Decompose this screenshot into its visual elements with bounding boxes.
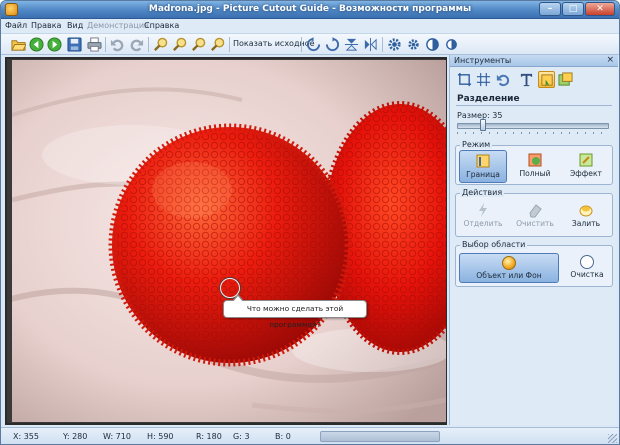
eraser-icon xyxy=(529,204,542,218)
open-folder-icon[interactable] xyxy=(11,37,26,52)
crop-icon[interactable] xyxy=(456,71,473,88)
menu-help[interactable]: Справка xyxy=(144,21,179,30)
clear-button[interactable]: Очистить xyxy=(511,200,559,233)
window-title: Madrona.jpg - Picture Cutout Guide - Воз… xyxy=(148,4,472,14)
separate-icon xyxy=(479,203,487,217)
mode-effect-label: Эффект xyxy=(570,169,602,178)
status-h: H: 590 xyxy=(147,432,174,441)
actions-group-label: Действия xyxy=(460,188,505,197)
rotate-left-icon[interactable] xyxy=(306,37,321,52)
selection-group-label: Выбор области xyxy=(460,240,528,249)
cutout-tool-icon[interactable] xyxy=(538,71,555,88)
status-b: B: 0 xyxy=(275,432,291,441)
mode-group-label: Режим xyxy=(460,140,493,149)
zoom-fit-icon[interactable] xyxy=(191,37,206,52)
clear-label: Очистить xyxy=(516,219,554,228)
menu-file[interactable]: Файл xyxy=(5,21,27,30)
window-controls: – □ ✕ xyxy=(539,2,615,16)
image-canvas[interactable]: Что можно сделать этой программой? xyxy=(5,57,447,425)
grid-icon[interactable] xyxy=(475,71,492,88)
separate-button[interactable]: Отделить xyxy=(459,200,507,233)
slider-thumb[interactable] xyxy=(480,119,486,131)
panel-header: Инструменты × xyxy=(450,55,618,67)
flip-horizontal-icon[interactable] xyxy=(363,37,378,52)
fill-button[interactable]: Залить xyxy=(562,200,610,233)
maximize-button[interactable]: □ xyxy=(562,2,584,16)
menu-demo[interactable]: Демонстрация xyxy=(87,21,149,30)
effect-brush-icon xyxy=(579,153,593,167)
toolbar-separator xyxy=(301,37,302,52)
show-original-button[interactable]: Показать исходное xyxy=(233,39,315,48)
toolbar-separator xyxy=(229,37,230,52)
actions-group: Действия Отделить Очистить Залить xyxy=(455,188,613,237)
zoom-in-icon[interactable] xyxy=(153,37,168,52)
photo xyxy=(12,60,446,422)
toolbar-separator xyxy=(148,37,149,52)
section-title: Разделение xyxy=(457,94,520,104)
status-x: X: 355 xyxy=(13,432,39,441)
adjust-icon[interactable] xyxy=(406,37,421,52)
brightness-icon[interactable] xyxy=(444,37,459,52)
background-tool-icon[interactable] xyxy=(557,71,574,88)
border-brush-icon xyxy=(476,154,490,168)
rotate-right-icon[interactable] xyxy=(325,37,340,52)
clear-selection-icon xyxy=(580,255,594,269)
redo-icon[interactable] xyxy=(129,37,144,52)
separate-label: Отделить xyxy=(463,219,503,228)
object-or-background-button[interactable]: Объект или Фон xyxy=(459,253,559,283)
flip-vertical-icon[interactable] xyxy=(344,37,359,52)
status-w: W: 710 xyxy=(103,432,131,441)
resize-grip[interactable] xyxy=(608,434,617,443)
settings-icon[interactable] xyxy=(387,37,402,52)
save-icon[interactable] xyxy=(67,37,82,52)
undo-icon[interactable] xyxy=(110,37,125,52)
tool-row xyxy=(454,71,614,89)
mode-full-label: Полный xyxy=(519,169,551,178)
status-g: G: 3 xyxy=(233,432,250,441)
mode-border-button[interactable]: Граница xyxy=(459,150,507,183)
tools-panel: Инструменты × Разделение Размер: 35 Режи… xyxy=(449,55,618,425)
panel-close-icon[interactable]: × xyxy=(606,55,614,65)
object-bg-icon xyxy=(502,256,516,270)
slider-ticks xyxy=(457,132,609,134)
toolbar-separator xyxy=(382,37,383,52)
close-button[interactable]: ✕ xyxy=(585,2,615,16)
panel-title: Инструменты xyxy=(454,56,512,65)
mode-border-label: Граница xyxy=(466,170,500,179)
mode-group: Режим Граница Полный Эффект xyxy=(455,140,613,185)
selection-group: Выбор области Объект или Фон Очистка xyxy=(455,240,613,287)
print-icon[interactable] xyxy=(87,37,102,52)
undo-tool-icon[interactable] xyxy=(494,71,511,88)
fill-icon xyxy=(579,205,593,217)
zoom-actual-icon[interactable] xyxy=(210,37,225,52)
toolbar-separator xyxy=(105,37,106,52)
clear-selection-button[interactable]: Очистка xyxy=(564,253,610,283)
full-brush-icon xyxy=(528,153,542,167)
mode-effect-button[interactable]: Эффект xyxy=(562,150,610,183)
contrast-icon[interactable] xyxy=(425,37,440,52)
hint-tooltip[interactable]: Что можно сделать этой программой? xyxy=(223,294,367,329)
title-bar[interactable]: Madrona.jpg - Picture Cutout Guide - Воз… xyxy=(1,1,619,19)
status-progress-bar xyxy=(320,431,440,442)
app-window: Madrona.jpg - Picture Cutout Guide - Воз… xyxy=(0,0,620,445)
forward-arrow-icon[interactable] xyxy=(47,37,62,52)
menu-bar: Файл Правка Вид Демонстрация Справка xyxy=(1,19,619,33)
fill-label: Залить xyxy=(571,219,601,228)
status-bar: X: 355 Y: 280 W: 710 H: 590 R: 180 G: 3 … xyxy=(1,427,619,444)
menu-view[interactable]: Вид xyxy=(67,21,83,30)
divider xyxy=(456,105,612,106)
status-r: R: 180 xyxy=(196,432,222,441)
mode-full-button[interactable]: Полный xyxy=(511,150,559,183)
status-y: Y: 280 xyxy=(63,432,88,441)
text-tool-icon[interactable] xyxy=(518,71,535,88)
object-bg-label: Объект или Фон xyxy=(476,271,542,280)
clear-selection-label: Очистка xyxy=(570,270,604,279)
toolbar: Показать исходное xyxy=(1,33,619,55)
back-arrow-icon[interactable] xyxy=(29,37,44,52)
menu-edit[interactable]: Правка xyxy=(31,21,61,30)
zoom-out-icon[interactable] xyxy=(172,37,187,52)
minimize-button[interactable]: – xyxy=(539,2,561,16)
